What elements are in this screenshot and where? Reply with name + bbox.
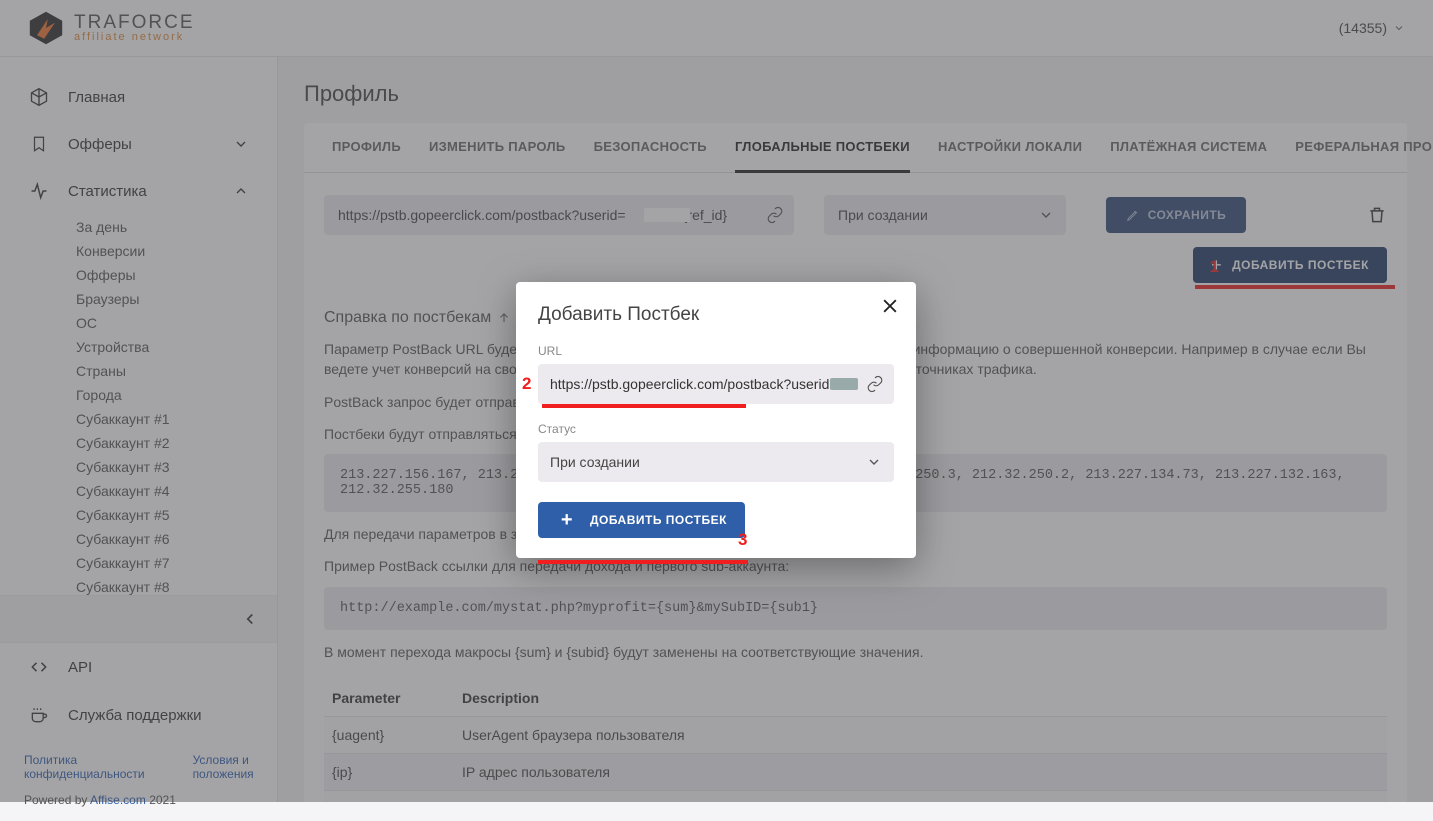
plus-icon: + (556, 509, 578, 531)
close-icon (880, 296, 900, 316)
close-button[interactable] (880, 296, 900, 316)
link-icon (866, 375, 884, 393)
redacted-block (830, 378, 858, 390)
annotation-2-underline (542, 404, 746, 408)
modal-add-label: ДОБАВИТЬ ПОСТБЕК (590, 513, 727, 527)
add-postback-modal: Добавить Постбек URL 2 Статус При создан… (516, 282, 916, 558)
status-label: Статус (538, 422, 894, 436)
modal-status-select[interactable]: При создании (538, 442, 894, 482)
annotation-2: 2 (522, 374, 531, 394)
modal-add-button[interactable]: + ДОБАВИТЬ ПОСТБЕК (538, 502, 745, 538)
modal-title: Добавить Постбек (538, 304, 894, 326)
url-label: URL (538, 344, 894, 358)
annotation-3: 3 (738, 530, 747, 550)
annotation-3-underline (538, 560, 748, 564)
